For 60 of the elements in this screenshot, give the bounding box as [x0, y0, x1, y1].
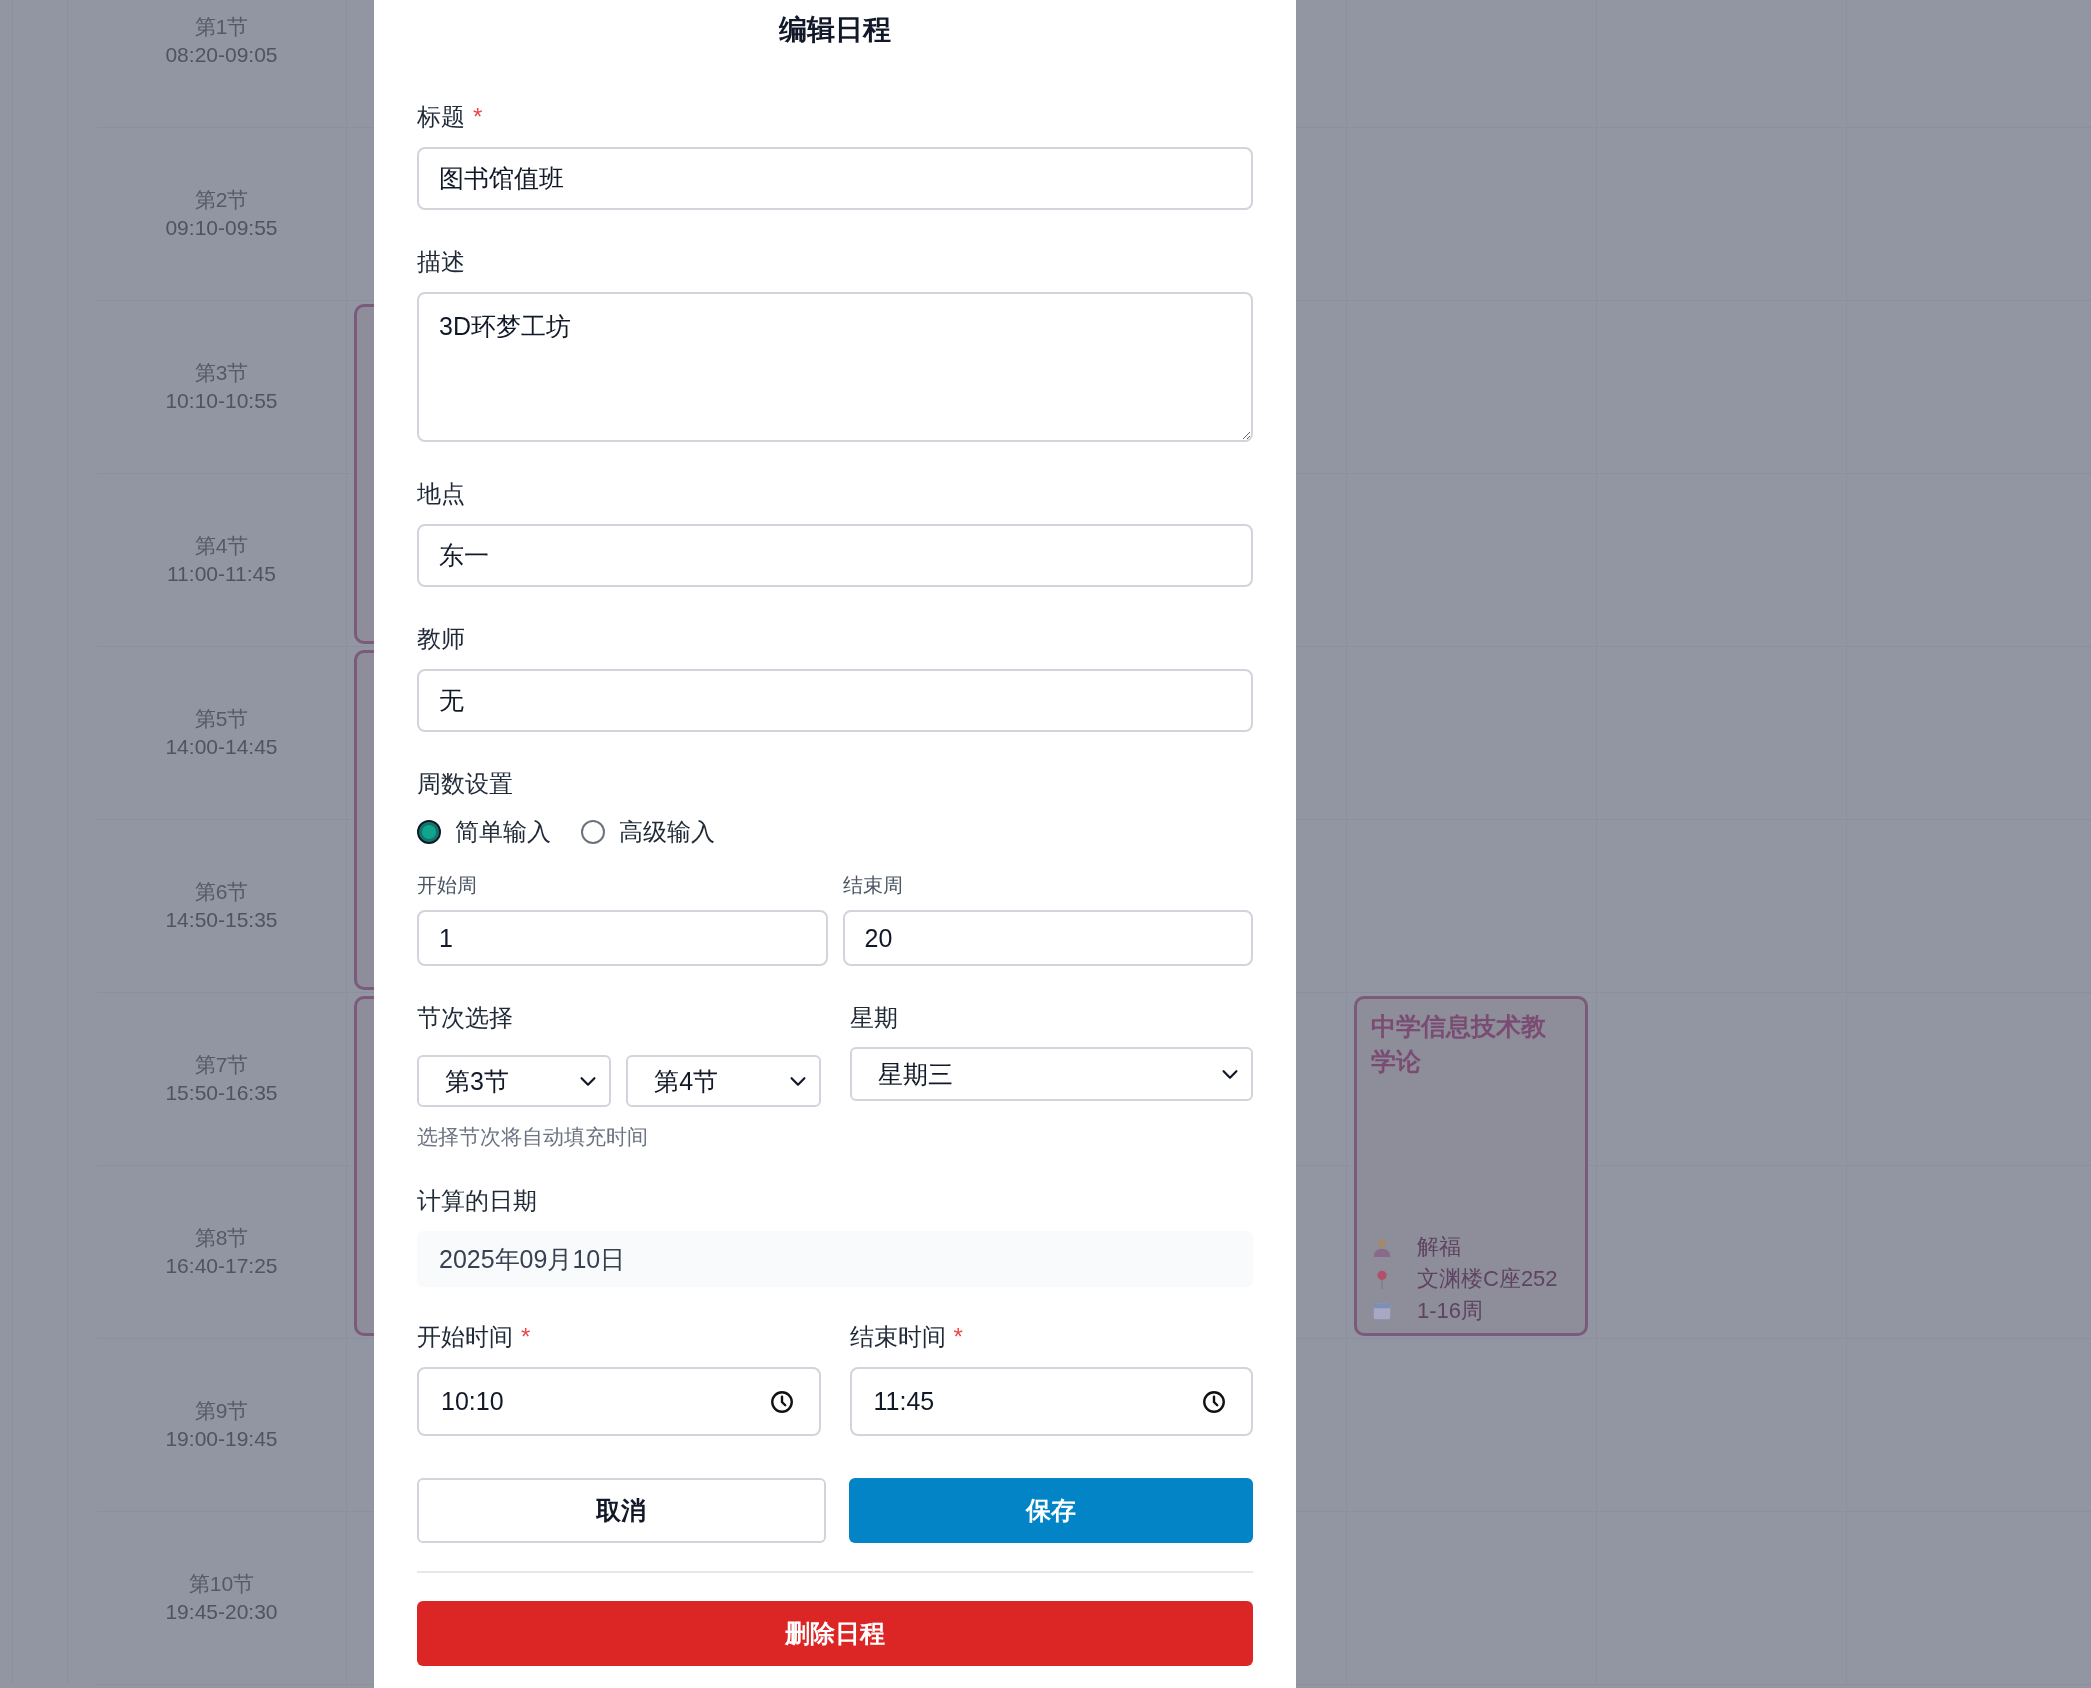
- text-field[interactable]: 东一: [417, 524, 1253, 587]
- period-time: 19:00-19:45: [165, 1426, 278, 1452]
- course-title: 中学信息技术教学论: [1371, 1011, 1547, 1077]
- text-field[interactable]: 无: [417, 669, 1253, 732]
- field-label: 节次选择: [417, 1004, 513, 1031]
- required-mark: *: [473, 103, 483, 130]
- field-label: 结束周: [842, 873, 904, 898]
- period-time: 19:45-20:30: [165, 1599, 278, 1625]
- field-label: 地点: [417, 480, 465, 507]
- week-number-field[interactable]: 1: [417, 910, 828, 966]
- radio-label: 高级输入: [619, 817, 715, 847]
- hint-text: 选择节次将自动填充时间: [417, 1124, 649, 1150]
- dialog-title: 编辑日程: [778, 13, 892, 47]
- field-label: 标题: [417, 103, 465, 130]
- period-label: 第7节: [194, 1052, 249, 1078]
- course-weeks: 1-16周: [1417, 1297, 1484, 1325]
- period-select[interactable]: 第3节: [417, 1055, 612, 1107]
- course-teacher: 解福: [1417, 1233, 1461, 1261]
- period-time: 14:50-15:35: [165, 907, 278, 933]
- period-select[interactable]: 第4节: [626, 1055, 821, 1107]
- time-field[interactable]: 10:10: [417, 1367, 821, 1436]
- field-label: 开始周: [417, 873, 478, 898]
- period-time: 11:00-11:45: [167, 561, 276, 587]
- description-field[interactable]: 3D环梦工坊: [417, 292, 1253, 442]
- week-number-field[interactable]: 20: [842, 910, 1253, 966]
- period-time: 15:50-16:35: [165, 1080, 278, 1106]
- field-label: 描述: [417, 248, 465, 275]
- radio-option[interactable]: 高级输入: [581, 816, 715, 848]
- field-label: 计算的日期: [417, 1187, 537, 1214]
- field-label: 结束时间: [849, 1323, 946, 1350]
- required-mark: *: [953, 1323, 963, 1350]
- period-label: 第6节: [194, 879, 249, 905]
- text-field[interactable]: 图书馆值班: [417, 147, 1253, 210]
- radio-option[interactable]: 简单输入: [417, 816, 551, 848]
- radio-label: 简单输入: [455, 817, 551, 847]
- period-time: 09:10-09:55: [165, 215, 278, 241]
- date-display: 2025年09月10日: [417, 1231, 1253, 1287]
- period-label: 第2节: [194, 187, 249, 213]
- course-location: 文渊楼C座252: [1417, 1265, 1558, 1293]
- period-label: 第4节: [194, 533, 249, 559]
- period-label: 第8节: [194, 1225, 249, 1251]
- period-label: 第3节: [194, 360, 249, 386]
- period-label: 第10节: [188, 1571, 255, 1597]
- save-button[interactable]: 保存: [848, 1478, 1253, 1543]
- period-time: 14:00-14:45: [165, 734, 278, 760]
- field-label: 教师: [417, 625, 465, 652]
- field-label: 周数设置: [417, 770, 513, 797]
- required-mark: *: [521, 1323, 531, 1350]
- period-time: 16:40-17:25: [165, 1253, 278, 1279]
- period-label: 第5节: [194, 706, 249, 732]
- delete-button[interactable]: 删除日程: [417, 1601, 1253, 1666]
- period-label: 第1节: [194, 14, 249, 40]
- period-time: 08:20-09:05: [165, 42, 278, 68]
- period-time: 10:10-10:55: [165, 388, 278, 414]
- time-field[interactable]: 11:45: [849, 1367, 1253, 1436]
- field-label: 星期: [849, 1004, 898, 1031]
- cancel-button[interactable]: 取消: [417, 1478, 826, 1543]
- period-label: 第9节: [194, 1398, 249, 1424]
- weekday-select[interactable]: 星期三: [849, 1047, 1253, 1101]
- field-label: 开始时间: [417, 1323, 513, 1350]
